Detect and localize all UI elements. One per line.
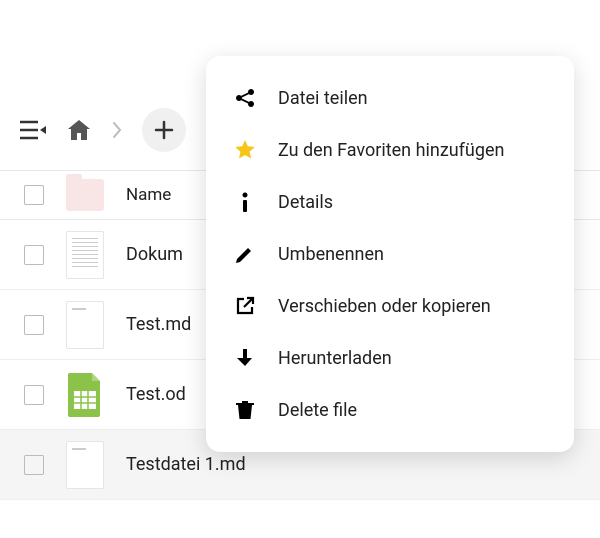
download-icon [234, 347, 256, 369]
file-thumbnail-spreadsheet-icon [66, 371, 104, 419]
select-all-checkbox[interactable] [24, 185, 44, 205]
file-thumbnail-document-icon [66, 231, 104, 279]
trash-icon [234, 399, 256, 421]
menu-item-label: Delete file [278, 400, 357, 421]
menu-item-label: Verschieben oder kopieren [278, 296, 491, 317]
context-menu: Datei teilen Zu den Favoriten hinzufügen… [206, 56, 574, 452]
external-icon [234, 295, 256, 317]
menu-item-share[interactable]: Datei teilen [206, 72, 574, 124]
menu-item-label: Details [278, 192, 333, 213]
column-header-name[interactable]: Name [126, 185, 171, 205]
menu-item-rename[interactable]: Umbenennen [206, 228, 574, 280]
breadcrumb-chevron-icon [112, 121, 122, 139]
row-checkbox[interactable] [24, 455, 44, 475]
menu-toggle-button[interactable] [20, 120, 46, 140]
home-button[interactable] [66, 118, 92, 142]
row-checkbox[interactable] [24, 245, 44, 265]
star-icon [234, 139, 256, 161]
menu-item-details[interactable]: Details [206, 176, 574, 228]
file-name: Testdatei 1.md [126, 454, 246, 475]
file-name: Test.od [126, 384, 186, 405]
row-checkbox[interactable] [24, 315, 44, 335]
row-checkbox[interactable] [24, 385, 44, 405]
menu-item-label: Herunterladen [278, 348, 392, 369]
menu-item-label: Zu den Favoriten hinzufügen [278, 140, 504, 161]
file-thumbnail-text-icon [66, 301, 104, 349]
menu-item-move-copy[interactable]: Verschieben oder kopieren [206, 280, 574, 332]
folder-icon [66, 179, 104, 211]
menu-item-favorite[interactable]: Zu den Favoriten hinzufügen [206, 124, 574, 176]
info-icon [234, 191, 256, 213]
menu-item-label: Datei teilen [278, 88, 368, 109]
file-name: Test.md [126, 314, 191, 335]
menu-item-label: Umbenennen [278, 244, 384, 265]
menu-item-download[interactable]: Herunterladen [206, 332, 574, 384]
file-name: Dokum [126, 244, 183, 265]
add-button[interactable] [142, 108, 186, 152]
share-icon [234, 87, 256, 109]
menu-item-delete[interactable]: Delete file [206, 384, 574, 436]
file-thumbnail-text-icon [66, 441, 104, 489]
pencil-icon [234, 243, 256, 265]
